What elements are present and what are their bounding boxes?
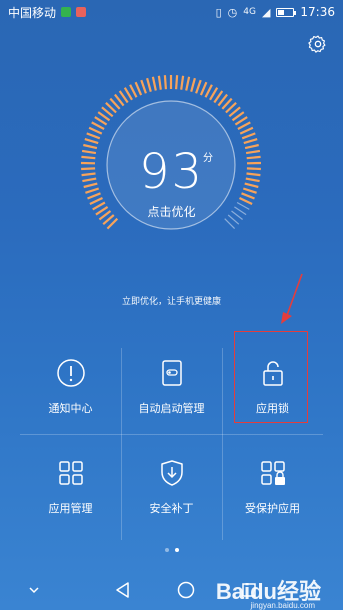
tool-app-management[interactable]: 应用管理 — [20, 448, 121, 540]
sim2-icon — [76, 7, 87, 17]
protected-apps-icon — [258, 458, 288, 488]
gauge-tick-filled — [185, 76, 191, 91]
gauge-tick-filled — [239, 126, 254, 135]
shield-download-icon — [157, 458, 187, 488]
score-unit: 分 — [203, 153, 213, 164]
optimize-label[interactable]: 点击优化 — [0, 203, 343, 220]
gauge-tick-filled — [91, 121, 105, 130]
gauge-tick-filled — [151, 76, 157, 91]
tool-security-patch[interactable]: 安全补丁 — [121, 448, 222, 540]
gauge-tick-filled — [163, 75, 167, 90]
score-display[interactable]: 93 — [0, 144, 343, 200]
gauge-tick-filled — [134, 81, 143, 96]
tool-label: 自动启动管理 — [138, 402, 205, 415]
gauge-tick-filled — [129, 84, 138, 98]
auto-start-icon — [157, 358, 187, 388]
annotation-highlight-box — [234, 331, 308, 423]
gauge-tick-filled — [199, 81, 208, 96]
gauge-tick-filled — [190, 77, 196, 92]
pager-dot-active[interactable] — [174, 548, 179, 552]
gauge-tick-filled — [84, 138, 99, 145]
back-icon — [116, 582, 129, 598]
battery-icon — [276, 7, 297, 17]
signal-icon: ◢ — [261, 5, 271, 19]
tool-protected-apps[interactable]: 受保护应用 — [222, 448, 323, 540]
tool-notification-center[interactable]: 通知中心 — [20, 348, 121, 440]
chevron-down-icon — [29, 587, 39, 594]
gauge-tick-filled — [146, 77, 152, 92]
tool-label: 安全补丁 — [149, 502, 194, 515]
tool-auto-start[interactable]: 自动启动管理 — [121, 348, 222, 440]
score-number: 93 — [138, 144, 205, 200]
vibrate-icon: ▯ — [215, 5, 222, 19]
home-icon — [177, 581, 195, 599]
status-time: 17:36 — [300, 5, 335, 19]
gauge-tick-filled — [180, 75, 185, 90]
home-button[interactable] — [174, 578, 198, 602]
gear-icon — [308, 35, 326, 53]
gauge-tick-filled — [88, 126, 103, 135]
status-left: 中国移动 — [8, 4, 87, 21]
status-right: ▯ ◷ 4G ◢ 17:36 — [216, 5, 335, 19]
pager-dot[interactable] — [164, 548, 169, 552]
gauge-tick-filled — [243, 138, 258, 145]
baidu-watermark-url: jingyan.baidu.com — [250, 601, 315, 610]
apps-grid-icon — [56, 458, 86, 488]
settings-button[interactable] — [307, 33, 329, 55]
pager-dots — [0, 548, 343, 552]
back-button[interactable] — [111, 578, 135, 602]
gauge-tick-filled — [241, 132, 256, 140]
collapse-button[interactable] — [22, 578, 46, 602]
gauge-tick-filled — [195, 79, 202, 94]
gauge-tick-filled — [237, 121, 251, 130]
sim1-icon — [61, 7, 72, 17]
network-label: 4G — [243, 7, 256, 17]
alarm-icon: ◷ — [227, 5, 238, 19]
gauge-tick-filled — [86, 132, 101, 140]
tool-label: 受保护应用 — [245, 502, 300, 515]
tool-label: 通知中心 — [48, 402, 93, 415]
tool-label: 应用管理 — [48, 502, 93, 515]
status-bar: 中国移动 ▯ ◷ 4G ◢ 17:36 — [0, 0, 343, 24]
annotation-arrow — [281, 273, 303, 324]
gauge-tick-filled — [157, 75, 162, 90]
gauge-tick-filled — [175, 75, 179, 90]
carrier-label: 中国移动 — [8, 5, 57, 20]
gauge-tick-empty — [224, 218, 236, 230]
notification-icon — [56, 358, 86, 388]
gauge-tick-filled — [204, 84, 213, 98]
gauge-tick-filled — [140, 79, 147, 94]
